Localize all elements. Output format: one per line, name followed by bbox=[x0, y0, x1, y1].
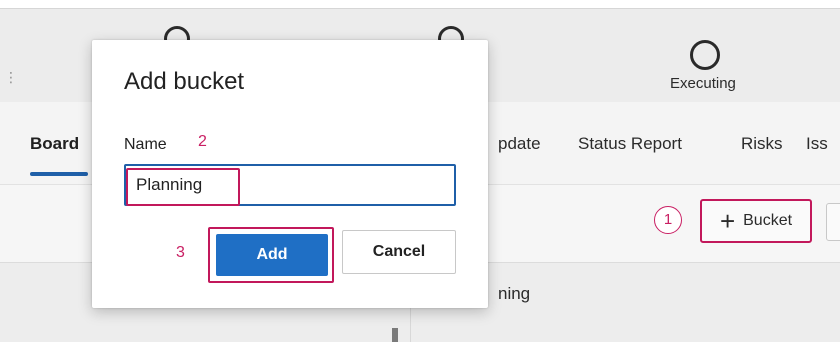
tab-board[interactable]: Board bbox=[30, 134, 79, 154]
tab-update[interactable]: pdate bbox=[498, 134, 541, 154]
bucket-title: ning bbox=[498, 284, 531, 303]
tab-status-report[interactable]: Status Report bbox=[578, 134, 682, 154]
dialog-title: Add bucket bbox=[124, 68, 245, 95]
toolbar-next-button[interactable] bbox=[826, 203, 840, 241]
cancel-button[interactable]: Cancel bbox=[342, 230, 456, 274]
collapse-handle-icon[interactable]: ⋮ bbox=[4, 69, 18, 86]
stage-executing-circle-icon[interactable] bbox=[690, 40, 720, 70]
tab-issues[interactable]: Iss bbox=[806, 134, 828, 154]
add-bucket-label: Bucket bbox=[743, 212, 793, 229]
callout-step-2: 2 bbox=[198, 133, 207, 150]
scrollbar-thumb[interactable] bbox=[392, 328, 398, 342]
add-bucket-button[interactable]: + Bucket bbox=[700, 199, 812, 243]
add-button[interactable]: Add bbox=[216, 234, 328, 276]
callout-step-3: 3 bbox=[176, 244, 185, 261]
stage-executing-label: Executing bbox=[670, 75, 736, 92]
tab-risks[interactable]: Risks bbox=[741, 134, 783, 154]
callout-step-1: 1 bbox=[654, 206, 682, 234]
name-label: Name bbox=[124, 136, 167, 153]
tab-board-underline bbox=[30, 172, 88, 176]
top-strip bbox=[0, 0, 840, 8]
plus-icon: + bbox=[719, 206, 736, 236]
add-bucket-dialog: Add bucket Name 2 3 Add Cancel bbox=[92, 40, 488, 308]
bucket-name-input[interactable] bbox=[124, 164, 456, 206]
